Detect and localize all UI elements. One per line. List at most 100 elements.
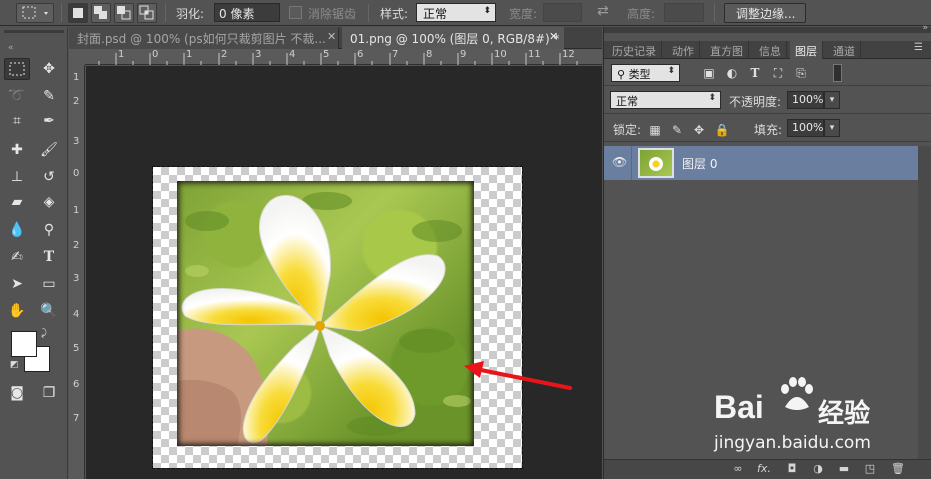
layer-filter-select[interactable]: ⚲ 类型 ⬍: [611, 64, 680, 82]
add-mask-icon[interactable]: ◘: [784, 462, 800, 478]
rectangle-tool[interactable]: ▭: [36, 273, 62, 295]
document-tab-01-png[interactable]: 01.png @ 100% (图层 0, RGB/8#) *: [342, 27, 564, 49]
rectangular-marquee-tool[interactable]: [4, 58, 30, 80]
healing-brush-tool[interactable]: ✚: [4, 139, 30, 161]
blend-mode-select[interactable]: 正常 ⬍: [610, 91, 721, 109]
panel-menu-icon[interactable]: ☰: [914, 42, 923, 53]
ruler-label: 7: [73, 413, 80, 424]
filter-toggle-switch[interactable]: [833, 64, 842, 82]
ruler-label: 2: [73, 240, 80, 251]
paw-logo: [781, 377, 813, 410]
opacity-slider-button[interactable]: ▾: [824, 91, 840, 109]
ruler-label: 3: [73, 273, 80, 284]
hand-tool[interactable]: ✋: [4, 300, 30, 322]
separator: [61, 4, 62, 22]
rectangular-marquee-icon: [9, 62, 25, 76]
layer-row[interactable]: 👁 图层 0: [604, 146, 918, 180]
adjustment-layer-filter-icon[interactable]: ◐: [724, 65, 740, 81]
quick-mask-icon: ◙: [10, 385, 24, 401]
screen-mode-button[interactable]: ❐: [36, 382, 62, 404]
add-selection-button[interactable]: [91, 3, 111, 23]
swap-colors-icon[interactable]: ⤸: [41, 328, 47, 339]
canvas-area[interactable]: [86, 66, 602, 479]
intersect-selection-button[interactable]: [137, 3, 157, 23]
adjustment-layer-icon[interactable]: ◑: [810, 462, 826, 478]
blur-tool[interactable]: 💧: [4, 219, 30, 241]
refine-edge-label: 调整边缘...: [736, 7, 796, 21]
ruler-left: 1 2 3 0 1 2 3 4 5 6 7: [69, 65, 85, 479]
shape-layer-filter-icon[interactable]: ⛶: [770, 65, 786, 81]
brush-tool[interactable]: 🖌: [36, 139, 62, 161]
paint-bucket-tool[interactable]: ◈: [36, 191, 62, 213]
lock-all-icon[interactable]: 🔒: [715, 123, 730, 137]
swap-width-height-icon[interactable]: ⇄: [597, 3, 609, 19]
fill-input[interactable]: 100%: [787, 119, 824, 137]
separator: [165, 4, 166, 22]
delete-layer-icon[interactable]: 🗑: [890, 462, 906, 478]
tab-label: 通道: [833, 45, 855, 58]
quick-selection-tool[interactable]: ✎: [36, 85, 62, 107]
document-tab-label: 01.png @ 100% (图层 0, RGB/8#) *: [350, 32, 560, 46]
move-tool[interactable]: ✥: [36, 58, 62, 80]
layer-style-button[interactable]: fx.: [756, 462, 772, 478]
collapse-arrows-icon[interactable]: «: [8, 43, 14, 53]
feather-label: 羽化:: [176, 7, 205, 21]
tab-info[interactable]: 信息: [754, 41, 787, 59]
layers-scrollbar[interactable]: [918, 146, 931, 459]
watermark-url: jingyan.baidu.com: [714, 433, 871, 453]
tab-actions[interactable]: 动作: [667, 41, 700, 59]
ruler-label: 12: [562, 49, 575, 60]
collapse-arrows-icon[interactable]: »: [922, 23, 928, 33]
history-brush-tool[interactable]: ↺: [36, 166, 62, 188]
type-tool[interactable]: T: [36, 246, 62, 268]
transparent-canvas[interactable]: [152, 166, 523, 469]
refine-edge-button[interactable]: 调整边缘...: [724, 3, 806, 23]
subtract-selection-button[interactable]: [114, 3, 134, 23]
lock-position-icon[interactable]: ✥: [692, 123, 706, 137]
ruler-label: 6: [73, 379, 80, 390]
blend-mode-value: 正常: [616, 95, 638, 108]
new-group-icon[interactable]: ▬: [836, 462, 852, 478]
close-tab-icon[interactable]: ✕: [327, 30, 336, 43]
new-layer-icon[interactable]: ◳: [862, 462, 878, 478]
quick-mask-button[interactable]: ◙: [4, 382, 30, 404]
tab-histogram[interactable]: 直方图: [705, 41, 749, 59]
tab-label: 信息: [759, 45, 781, 58]
eyedropper-tool[interactable]: ✒: [36, 110, 62, 132]
smart-object-filter-icon[interactable]: ⎘: [793, 65, 809, 81]
type-icon: T: [43, 249, 55, 265]
height-label: 高度:: [627, 7, 656, 21]
eraser-tool[interactable]: ▰: [4, 191, 30, 213]
panel-collapse-strip[interactable]: »: [604, 23, 931, 33]
fill-slider-button[interactable]: ▾: [824, 119, 840, 137]
opacity-input[interactable]: 100%: [787, 91, 824, 109]
default-colors-icon[interactable]: ◩: [10, 360, 19, 370]
path-selection-tool[interactable]: ➤: [4, 273, 30, 295]
link-layers-icon[interactable]: ∞: [730, 462, 746, 478]
pen-tool[interactable]: ✍: [4, 246, 30, 268]
tab-layers[interactable]: 图层: [790, 41, 823, 59]
new-selection-button[interactable]: [68, 3, 88, 23]
type-layer-filter-icon[interactable]: T: [747, 65, 763, 81]
zoom-tool[interactable]: 🔍: [36, 300, 62, 322]
lasso-tool[interactable]: ➰: [4, 85, 30, 107]
dodge-icon: ⚲: [43, 222, 55, 238]
tab-channels[interactable]: 通道: [828, 41, 861, 59]
document-tab-cover[interactable]: 封面.psd @ 100% (ps如何只裁剪图片 不裁...: [69, 27, 339, 49]
dodge-tool[interactable]: ⚲: [36, 219, 62, 241]
feather-input[interactable]: 0 像素: [214, 3, 280, 22]
foreground-color-swatch[interactable]: [11, 331, 37, 357]
close-tab-icon[interactable]: ✕: [549, 30, 558, 43]
tab-history[interactable]: 历史记录: [607, 41, 662, 59]
width-input[interactable]: [543, 3, 582, 22]
lock-image-pixels-icon[interactable]: ✎: [670, 123, 684, 137]
style-select[interactable]: 正常 ⬍: [416, 3, 496, 22]
antialias-checkbox[interactable]: [289, 6, 302, 19]
crop-tool[interactable]: ⌗: [4, 110, 30, 132]
lock-transparent-pixels-icon[interactable]: ▦: [648, 123, 662, 137]
height-input[interactable]: [664, 3, 704, 22]
visibility-toggle[interactable]: 👁: [604, 146, 632, 180]
pixel-layer-filter-icon[interactable]: ▣: [701, 65, 717, 81]
clone-stamp-tool[interactable]: ⊥: [4, 166, 30, 188]
marquee-preset-picker[interactable]: [16, 3, 54, 23]
